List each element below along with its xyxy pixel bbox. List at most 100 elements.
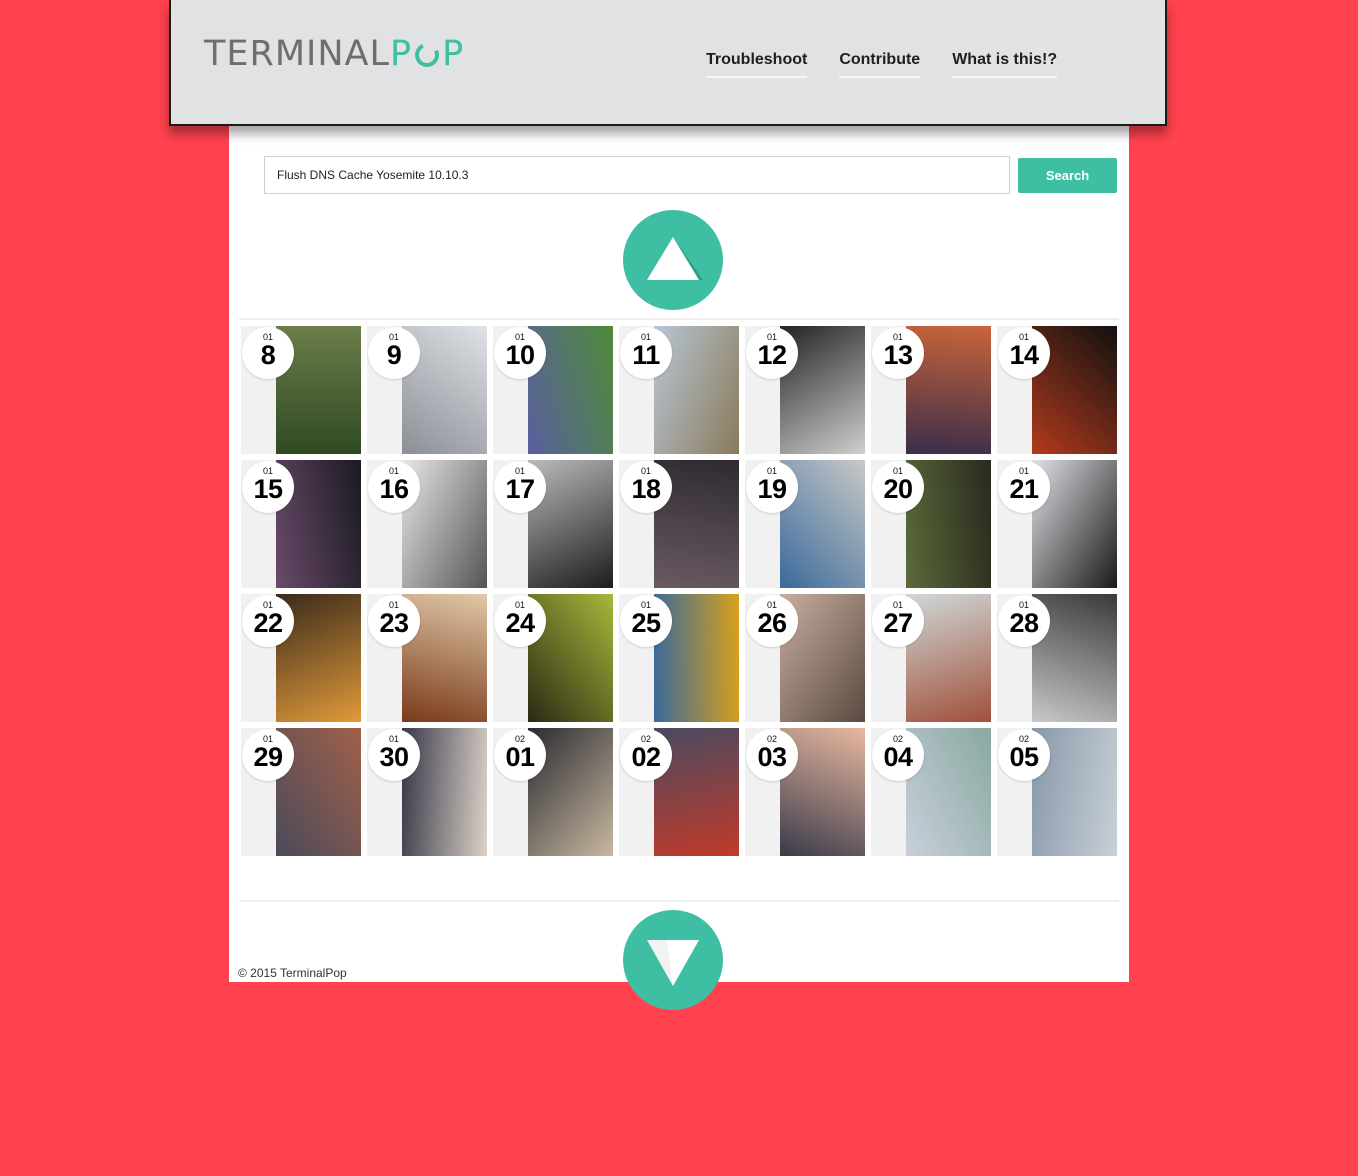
- date-day: 16: [379, 474, 409, 504]
- divider: [239, 900, 1119, 902]
- calendar-grid: 01 8 01 9 01 10 01 11 01 12 01 13 01 14 01 15 01 16 01 17 01…: [241, 326, 1117, 856]
- date-day: 8: [260, 340, 276, 370]
- date-badge: 01 24: [494, 595, 546, 647]
- day-tile[interactable]: 02 02: [619, 728, 739, 856]
- date-day: 30: [379, 742, 409, 772]
- date-day: 24: [505, 608, 535, 638]
- date-day: 04: [883, 742, 913, 772]
- date-day: 17: [505, 474, 535, 504]
- date-day: 23: [379, 608, 409, 638]
- date-badge: 01 22: [242, 595, 294, 647]
- date-badge: 01 28: [998, 595, 1050, 647]
- day-tile[interactable]: 01 18: [619, 460, 739, 588]
- triangle-up-icon: [647, 237, 703, 280]
- day-tile[interactable]: 01 26: [745, 594, 865, 722]
- day-tile[interactable]: 01 19: [745, 460, 865, 588]
- date-day: 03: [757, 742, 787, 772]
- date-badge: 01 18: [620, 461, 672, 513]
- date-badge: 01 8: [242, 327, 294, 379]
- day-tile[interactable]: 01 27: [871, 594, 991, 722]
- date-badge: 01 11: [620, 327, 672, 379]
- nav-troubleshoot[interactable]: Troubleshoot: [706, 51, 808, 78]
- main-nav: Troubleshoot Contribute What is this!?: [706, 51, 1058, 78]
- day-tile[interactable]: 01 24: [493, 594, 613, 722]
- date-day: 26: [757, 608, 787, 638]
- site-header: TERMINALP P Troubleshoot Contribute What …: [169, 0, 1167, 126]
- date-day: 13: [883, 340, 913, 370]
- date-badge: 01 14: [998, 327, 1050, 379]
- date-badge: 02 05: [998, 729, 1050, 781]
- date-badge: 02 01: [494, 729, 546, 781]
- date-day: 20: [883, 474, 913, 504]
- day-tile[interactable]: 02 04: [871, 728, 991, 856]
- date-day: 19: [757, 474, 787, 504]
- day-tile[interactable]: 01 29: [241, 728, 361, 856]
- day-tile[interactable]: 02 01: [493, 728, 613, 856]
- date-badge: 01 23: [368, 595, 420, 647]
- day-tile[interactable]: 01 25: [619, 594, 739, 722]
- date-day: 15: [253, 474, 283, 504]
- date-badge: 01 16: [368, 461, 420, 513]
- content-panel: Search 018019011001110112011301140115011…: [229, 126, 1129, 1010]
- scroll-up-button[interactable]: [623, 210, 723, 310]
- date-badge: 01 29: [242, 729, 294, 781]
- date-day: 05: [1009, 742, 1039, 772]
- day-tile[interactable]: 01 28: [997, 594, 1117, 722]
- date-badge: 01 21: [998, 461, 1050, 513]
- day-tile[interactable]: 01 12: [745, 326, 865, 454]
- search-input[interactable]: [264, 156, 1010, 194]
- day-tile[interactable]: 01 30: [367, 728, 487, 856]
- date-day: 9: [386, 340, 402, 370]
- date-day: 28: [1009, 608, 1039, 638]
- day-tile[interactable]: 02 05: [997, 728, 1117, 856]
- date-day: 02: [631, 742, 661, 772]
- footer-copyright: © 2015 TerminalPop: [238, 966, 347, 980]
- date-badge: 01 10: [494, 327, 546, 379]
- day-tile[interactable]: 01 14: [997, 326, 1117, 454]
- day-tile[interactable]: 01 9: [367, 326, 487, 454]
- date-badge: 01 15: [242, 461, 294, 513]
- date-day: 27: [883, 608, 913, 638]
- date-badge: 01 9: [368, 327, 420, 379]
- day-tile[interactable]: 01 10: [493, 326, 613, 454]
- day-tile[interactable]: 01 17: [493, 460, 613, 588]
- search-button[interactable]: Search: [1018, 158, 1117, 193]
- day-tile[interactable]: 01 16: [367, 460, 487, 588]
- day-tile[interactable]: 01 21: [997, 460, 1117, 588]
- day-tile[interactable]: 01 8: [241, 326, 361, 454]
- date-day: 01: [505, 742, 535, 772]
- scroll-down-button[interactable]: [623, 910, 723, 1010]
- divider: [239, 318, 1119, 320]
- date-day: 12: [757, 340, 787, 370]
- date-badge: 01 20: [872, 461, 924, 513]
- day-tile[interactable]: 01 15: [241, 460, 361, 588]
- day-tile[interactable]: 02 03: [745, 728, 865, 856]
- date-badge: 01 13: [872, 327, 924, 379]
- date-badge: 01 27: [872, 595, 924, 647]
- date-badge: 01 12: [746, 327, 798, 379]
- power-icon: [411, 39, 443, 71]
- terminalpop-logo[interactable]: TERMINALP P: [204, 34, 464, 78]
- date-badge: 01 30: [368, 729, 420, 781]
- date-badge: 02 02: [620, 729, 672, 781]
- date-badge: 02 03: [746, 729, 798, 781]
- day-tile[interactable]: 01 13: [871, 326, 991, 454]
- day-tile[interactable]: 01 23: [367, 594, 487, 722]
- nav-contribute[interactable]: Contribute: [839, 51, 921, 78]
- date-day: 11: [632, 340, 660, 370]
- date-badge: 01 19: [746, 461, 798, 513]
- nav-what-is-this[interactable]: What is this!?: [952, 51, 1058, 78]
- date-day: 21: [1009, 474, 1039, 504]
- date-day: 22: [253, 608, 283, 638]
- date-day: 10: [505, 340, 535, 370]
- date-day: 25: [631, 608, 661, 638]
- day-tile[interactable]: 01 11: [619, 326, 739, 454]
- date-badge: 01 17: [494, 461, 546, 513]
- day-tile[interactable]: 01 22: [241, 594, 361, 722]
- date-day: 14: [1009, 340, 1039, 370]
- date-badge: 01 25: [620, 595, 672, 647]
- date-day: 18: [631, 474, 661, 504]
- date-badge: 02 04: [872, 729, 924, 781]
- date-day: 29: [253, 742, 283, 772]
- day-tile[interactable]: 01 20: [871, 460, 991, 588]
